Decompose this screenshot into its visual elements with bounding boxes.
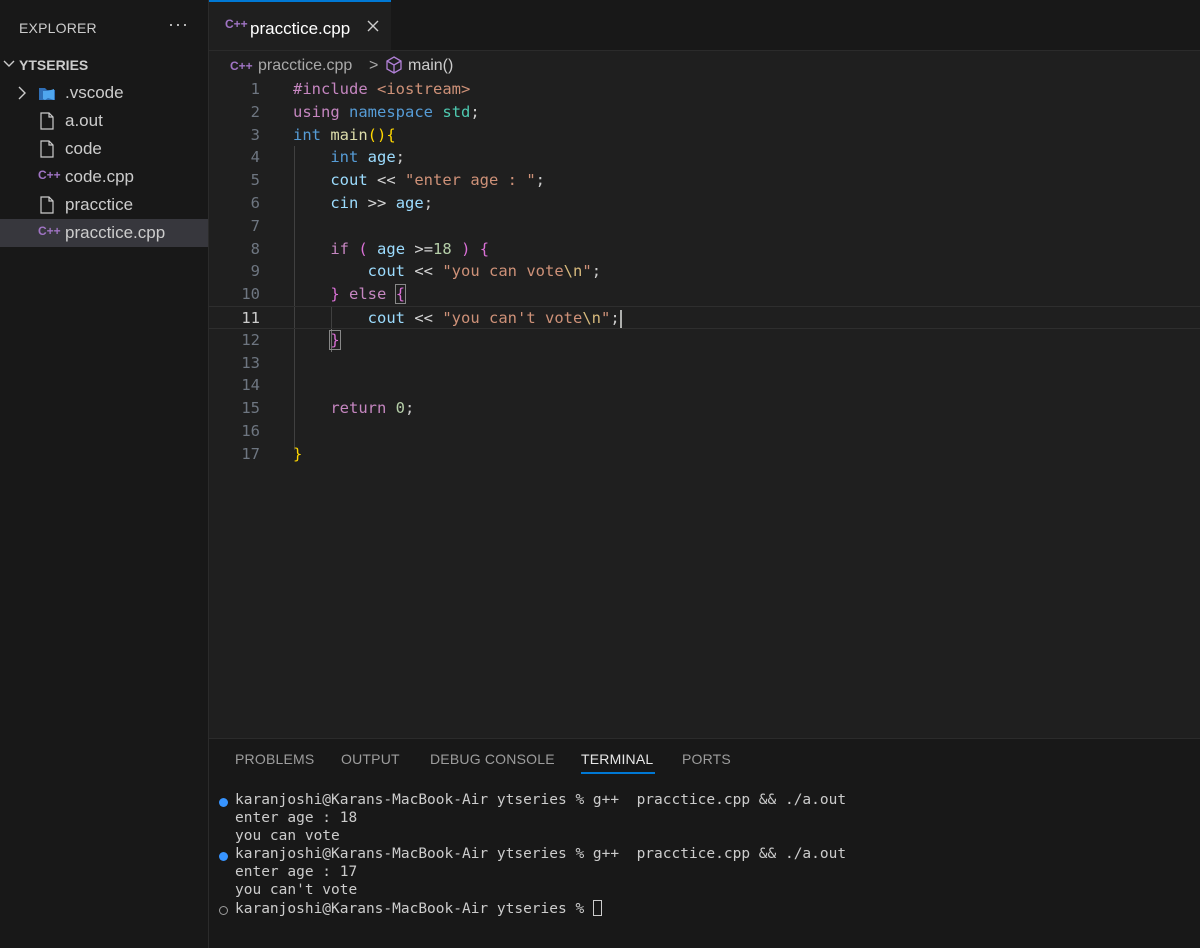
tree-item-pracctice-cpp[interactable]: C++ pracctice.cpp <box>0 219 208 247</box>
terminal-line: enter age : 17 <box>235 864 358 880</box>
code-line: 8 if ( age >=18 ) { <box>250 239 490 258</box>
code-line: 10 } else { <box>241 284 407 305</box>
code-line: 12 } <box>241 329 341 350</box>
tree-item-vscode[interactable]: .vscode <box>0 79 208 107</box>
breadcrumb-file[interactable]: pracctice.cpp <box>258 57 352 75</box>
terminal-cursor <box>592 900 602 916</box>
code-line: 2 using namespace std; <box>250 102 480 121</box>
tree-item-code-cpp[interactable]: C++ code.cpp <box>0 163 208 191</box>
tab-output[interactable]: OUTPUT <box>341 751 400 767</box>
cpp-file-icon: C++ <box>225 17 248 31</box>
terminal-line: karanjoshi@Karans-MacBook-Air ytseries %… <box>235 792 847 808</box>
terminal-line: you can't vote <box>235 882 358 898</box>
tree-item-label: pracctice.cpp <box>65 223 166 242</box>
tree-item-label: .vscode <box>65 83 124 102</box>
code-line: 15 return 0; <box>241 399 415 418</box>
code-line: 7 <box>250 216 260 235</box>
code-line: 6 cin >> age; <box>250 194 434 212</box>
code-line: 17} <box>241 444 303 463</box>
code-editor[interactable]: 1 #include <iostream> 2 using namespace st… <box>209 78 1200 728</box>
vscode-folder-icon <box>39 88 55 100</box>
tree-item-code[interactable]: code <box>0 135 208 163</box>
editor-tab-bar: C++ pracctice.cpp <box>209 0 1200 51</box>
chevron-down-icon <box>3 60 15 67</box>
tree-item-pracctice[interactable]: pracctice <box>0 191 208 219</box>
command-success-icon <box>219 852 228 861</box>
file-icon <box>40 140 54 158</box>
terminal-line: karanjoshi@Karans-MacBook-Air ytseries %… <box>235 846 847 862</box>
tab-debug-console[interactable]: DEBUG CONSOLE <box>430 751 555 767</box>
chevron-right-icon <box>18 86 26 100</box>
code-line: 9 cout << "you can vote\n"; <box>250 262 602 281</box>
cpp-file-icon: C++ <box>38 224 61 238</box>
explorer-title: EXPLORER <box>19 20 97 36</box>
tab-terminal[interactable]: TERMINAL <box>581 751 653 767</box>
tab-ports[interactable]: PORTS <box>682 751 731 767</box>
file-icon <box>40 196 54 214</box>
tab-problems[interactable]: PROBLEMS <box>235 751 314 767</box>
bottom-panel: PROBLEMS OUTPUT DEBUG CONSOLE TERMINAL P… <box>209 738 1200 948</box>
code-line: 3 int main(){ <box>250 125 396 144</box>
code-line: 16 <box>241 422 260 440</box>
file-icon <box>40 112 54 130</box>
command-success-icon <box>219 798 228 807</box>
folder-label: YTSERIES <box>19 57 89 73</box>
text-cursor <box>619 309 622 328</box>
code-line-current: 11 cout << "you can't vote\n"; <box>209 306 1200 329</box>
cpp-file-icon: C++ <box>230 59 253 73</box>
cpp-file-icon: C++ <box>38 168 61 182</box>
terminal-prompt: karanjoshi@Karans-MacBook-Air ytseries % <box>235 901 593 917</box>
close-icon[interactable] <box>365 18 381 34</box>
code-line: 13 <box>241 353 260 372</box>
tree-item-a-out[interactable]: a.out <box>0 107 208 135</box>
tree-item-label: code <box>65 139 102 158</box>
terminal-line: enter age : 18 <box>235 810 358 826</box>
explorer-sidebar: EXPLORER ··· YTSERIES .vscode a.out code… <box>0 0 209 948</box>
method-cube-icon <box>386 56 402 74</box>
tree-item-label: code.cpp <box>65 167 134 186</box>
terminal-prompt-line: karanjoshi@Karans-MacBook-Air ytseries % <box>235 900 602 918</box>
more-actions-icon[interactable]: ··· <box>168 14 189 35</box>
tree-item-label: pracctice <box>65 195 134 214</box>
tab-pracctice-cpp[interactable]: C++ pracctice.cpp <box>209 0 391 50</box>
code-line: 14 <box>241 376 260 395</box>
code-line: 5 cout << "enter age : "; <box>250 171 546 190</box>
code-line: 4 int age; <box>250 148 406 167</box>
active-tab-indicator <box>581 772 655 774</box>
code-line: 1 #include <iostream> <box>250 80 471 98</box>
command-pending-icon <box>219 906 228 915</box>
tab-label: pracctice.cpp <box>250 19 351 38</box>
workspace-folder[interactable]: YTSERIES <box>0 54 208 76</box>
breadcrumb-separator: > <box>369 57 379 74</box>
tree-item-label: a.out <box>65 111 103 130</box>
breadcrumb-symbol[interactable]: main() <box>408 57 453 75</box>
terminal-line: you can vote <box>235 828 340 844</box>
